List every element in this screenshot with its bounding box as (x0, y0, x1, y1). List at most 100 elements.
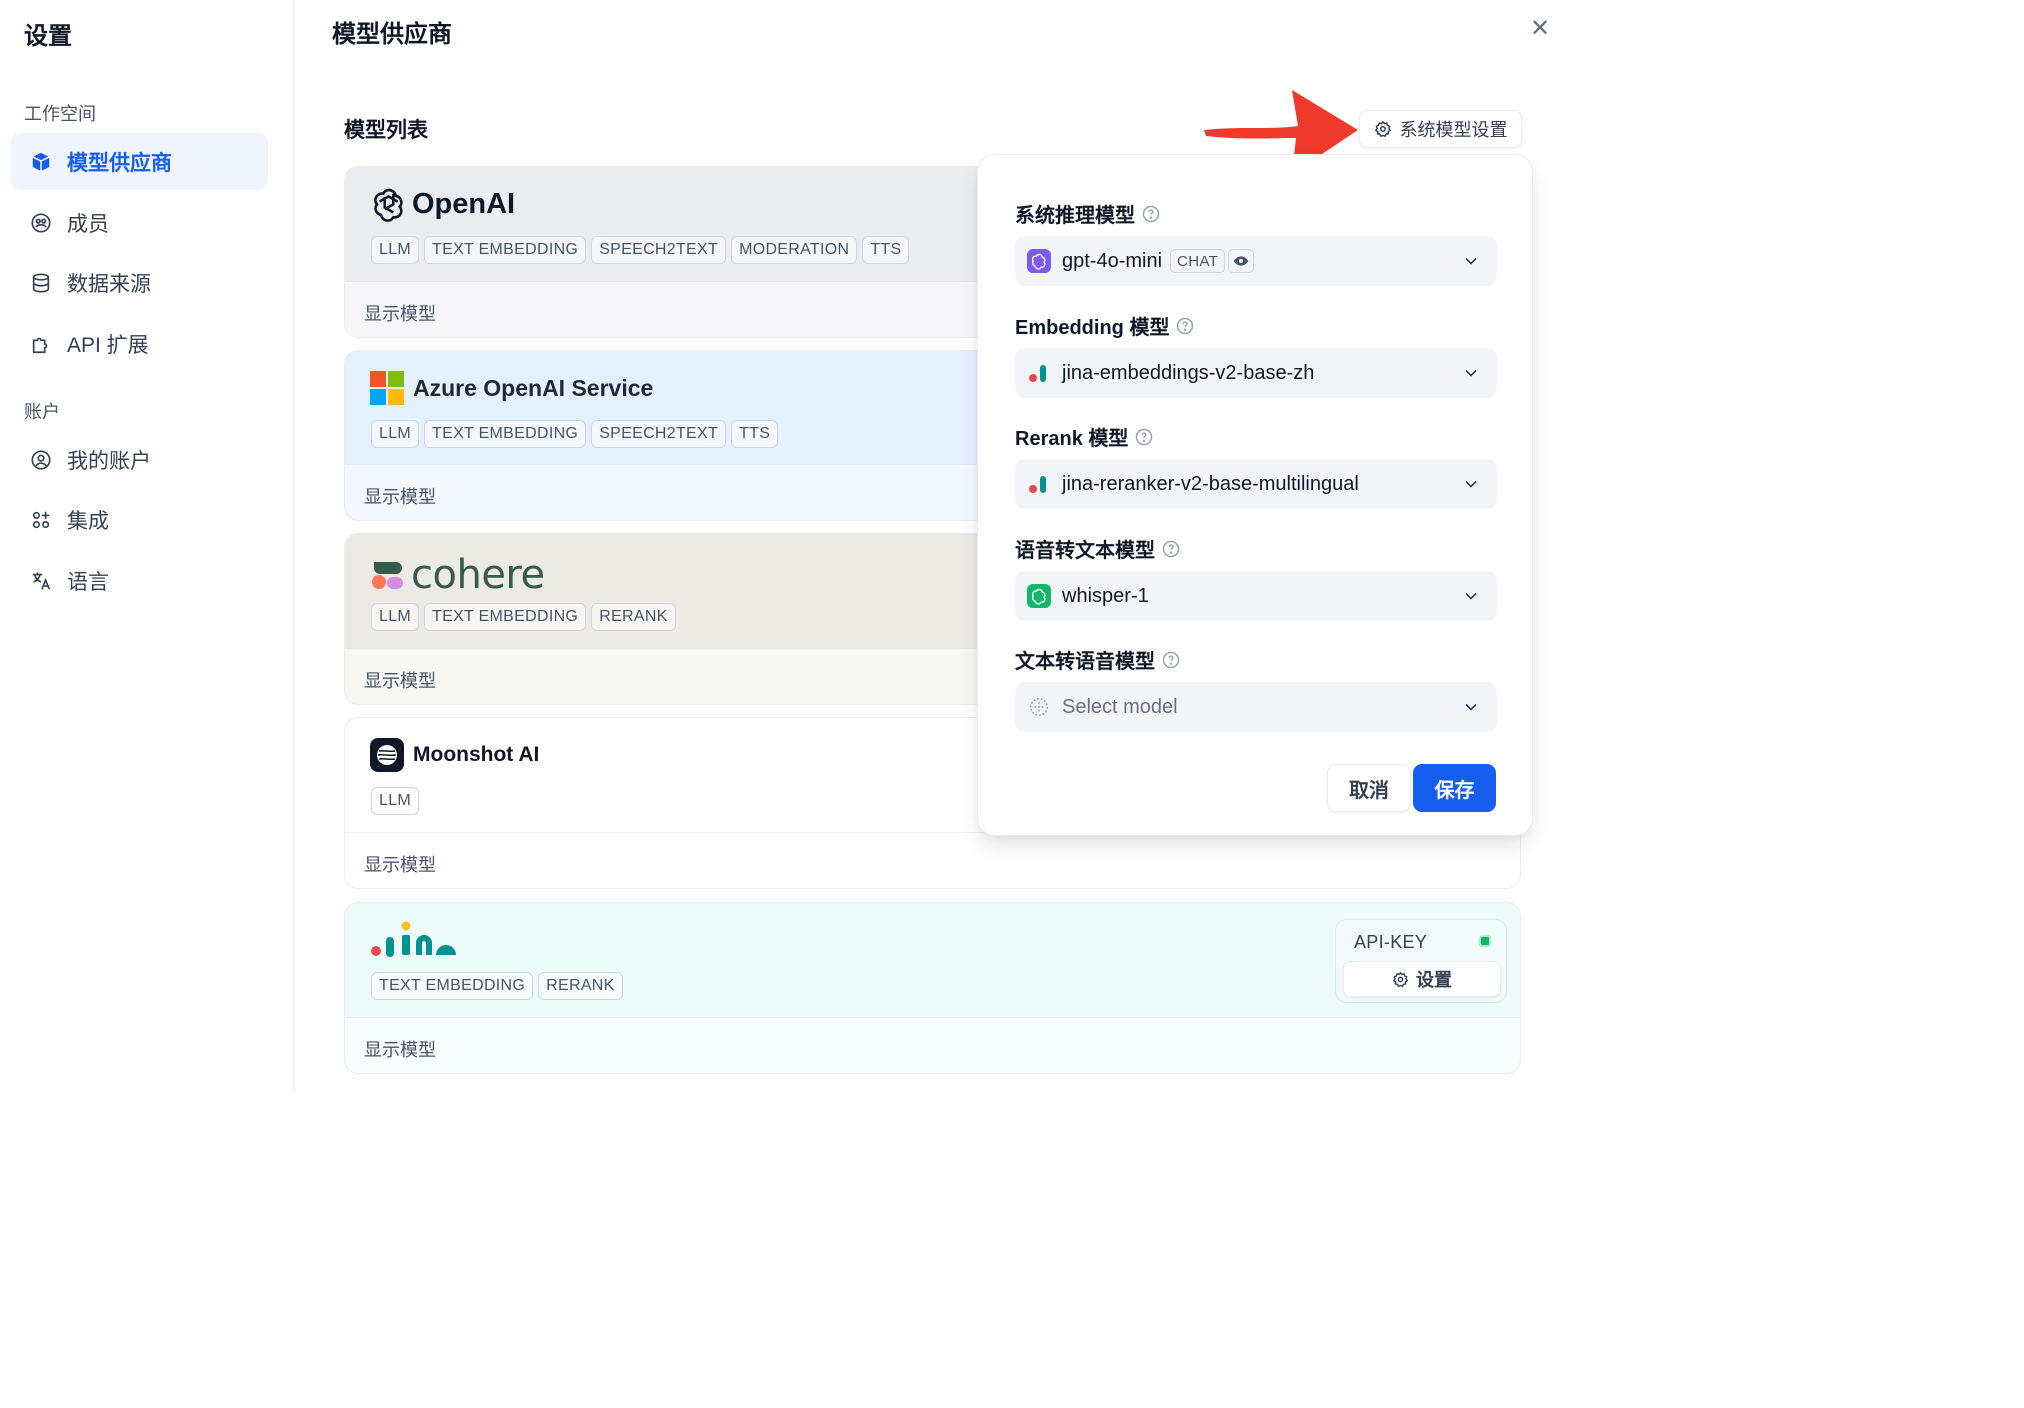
tag: TEXT EMBEDDING (424, 420, 587, 448)
reasoning-model-select[interactable]: gpt-4o-mini CHAT (1015, 236, 1497, 286)
tag: LLM (371, 236, 420, 264)
integration-icon (29, 508, 53, 532)
page-title: 模型供应商 (332, 21, 452, 48)
field-label-text: Rerank 模型 (1015, 428, 1129, 450)
sidebar: 设置 工作空间 模型供应商 成员 数据来源 API 扩展 账户 我的账户 集成 … (0, 0, 294, 1092)
system-model-settings-label: 系统模型设置 (1399, 120, 1508, 140)
microsoft-icon (370, 371, 404, 405)
sidebar-item-my-account[interactable]: 我的账户 (11, 431, 268, 488)
show-models-label: 显示模型 (364, 1040, 436, 1060)
help-icon[interactable] (1135, 428, 1153, 446)
openai-purple-icon (1027, 249, 1051, 273)
show-models-bar[interactable]: 显示模型 (345, 1017, 1520, 1073)
system-model-settings-button[interactable]: 系统模型设置 (1359, 110, 1522, 148)
speech-to-text-model-select[interactable]: whisper-1 (1015, 571, 1497, 621)
gear-icon (1374, 120, 1391, 138)
sidebar-item-label: 数据来源 (67, 272, 151, 296)
show-models-label: 显示模型 (364, 487, 436, 507)
sidebar-item-label: 我的账户 (67, 449, 151, 473)
api-key-settings-label: 设置 (1416, 970, 1452, 990)
cube-icon (29, 150, 53, 174)
sidebar-item-language[interactable]: 语言 (11, 552, 268, 609)
group-label-account: 账户 (24, 402, 60, 422)
moonshot-icon (370, 738, 404, 772)
sidebar-item-integration[interactable]: 集成 (11, 491, 268, 548)
provider-name: cohere (411, 552, 545, 598)
provider-tags: LLM (371, 787, 420, 815)
field-label-text: 系统推理模型 (1015, 205, 1135, 227)
field-label-reasoning-model: 系统推理模型 (1015, 199, 1160, 228)
field-label-text: Embedding 模型 (1015, 317, 1170, 339)
provider-tags: LLM TEXT EMBEDDING RERANK (371, 603, 676, 631)
jina-logo (370, 921, 460, 959)
selected-model: jina-reranker-v2-base-multilingual (1062, 472, 1359, 495)
members-icon (29, 211, 53, 235)
field-label-text: 文本转语音模型 (1015, 651, 1155, 673)
cohere-logo: cohere (370, 552, 545, 598)
chevron-down-icon (1465, 480, 1477, 488)
field-label-embedding-model: Embedding 模型 (1015, 311, 1194, 340)
provider-tags: LLM TEXT EMBEDDING SPEECH2TEXT MODERATIO… (371, 236, 910, 264)
tag: LLM (371, 420, 420, 448)
sidebar-item-api-extension[interactable]: API 扩展 (11, 315, 268, 372)
show-models-label: 显示模型 (364, 304, 436, 324)
selected-model: jina-embeddings-v2-base-zh (1062, 361, 1315, 384)
provider-name: OpenAI (412, 187, 516, 220)
jina-icon (371, 921, 456, 957)
sidebar-title: 设置 (24, 23, 72, 50)
rerank-model-select[interactable]: jina-reranker-v2-base-multilingual (1015, 459, 1497, 509)
provider-name: Azure OpenAI Service (413, 374, 654, 401)
sidebar-item-label: 模型供应商 (67, 151, 172, 175)
chevron-down-icon (1465, 592, 1477, 600)
api-key-panel: API-KEY 设置 (1335, 919, 1507, 1003)
tag: TEXT EMBEDDING (424, 236, 587, 264)
text-to-speech-model-select[interactable]: Select model (1015, 682, 1497, 732)
puzzle-icon (29, 332, 53, 356)
sidebar-item-data-source[interactable]: 数据来源 (11, 254, 268, 311)
api-key-settings-button[interactable]: 设置 (1343, 961, 1501, 997)
tag: TTS (862, 236, 910, 264)
show-models-bar[interactable]: 显示模型 (345, 832, 1520, 888)
help-icon[interactable] (1162, 651, 1180, 669)
tag: SPEECH2TEXT (591, 236, 727, 264)
sidebar-item-label: 成员 (67, 212, 109, 236)
tag: SPEECH2TEXT (591, 420, 727, 448)
save-button[interactable]: 保存 (1413, 764, 1496, 812)
help-icon[interactable] (1162, 540, 1180, 558)
help-icon[interactable] (1176, 317, 1194, 335)
embedding-model-select[interactable]: jina-embeddings-v2-base-zh (1015, 348, 1497, 398)
moonshot-logo: Moonshot AI (370, 738, 539, 772)
model-list-title: 模型列表 (344, 119, 428, 142)
system-model-popover: 系统推理模型 gpt-4o-mini CHAT Embedding 模型 jin… (977, 154, 1533, 836)
cohere-icon (372, 562, 403, 589)
tag: TEXT EMBEDDING (371, 972, 534, 1000)
tag: MODERATION (731, 236, 858, 264)
field-label-text-to-speech-model: 文本转语音模型 (1015, 645, 1180, 674)
placeholder-cube-icon (1027, 695, 1051, 719)
sidebar-item-members[interactable]: 成员 (11, 194, 268, 251)
provider-tags: LLM TEXT EMBEDDING SPEECH2TEXT TTS (371, 420, 779, 448)
openai-logo: OpenAI (370, 185, 515, 223)
chevron-down-icon (1465, 703, 1477, 711)
tag: RERANK (538, 972, 623, 1000)
close-icon[interactable]: ✕ (1526, 14, 1554, 42)
field-label-rerank-model: Rerank 模型 (1015, 422, 1153, 451)
help-icon[interactable] (1142, 205, 1160, 223)
model-type-chip: CHAT (1170, 249, 1226, 273)
field-label-speech-to-text-model: 语音转文本模型 (1015, 534, 1180, 563)
sidebar-item-label: API 扩展 (67, 333, 149, 357)
chevron-down-icon (1465, 257, 1477, 265)
selected-model: whisper-1 (1062, 584, 1149, 607)
group-label-workspace: 工作空间 (24, 104, 96, 124)
sidebar-item-label: 集成 (67, 509, 109, 533)
azure-logo: Azure OpenAI Service (370, 371, 653, 405)
jina-icon (1027, 472, 1051, 496)
vision-eye-icon (1228, 249, 1255, 273)
cancel-button[interactable]: 取消 (1327, 764, 1411, 812)
chevron-down-icon (1465, 369, 1477, 377)
openai-icon (374, 188, 403, 222)
provider-name: Moonshot AI (413, 743, 540, 766)
account-icon (29, 448, 53, 472)
gear-icon (1392, 971, 1409, 987)
sidebar-item-model-provider[interactable]: 模型供应商 (11, 133, 268, 190)
